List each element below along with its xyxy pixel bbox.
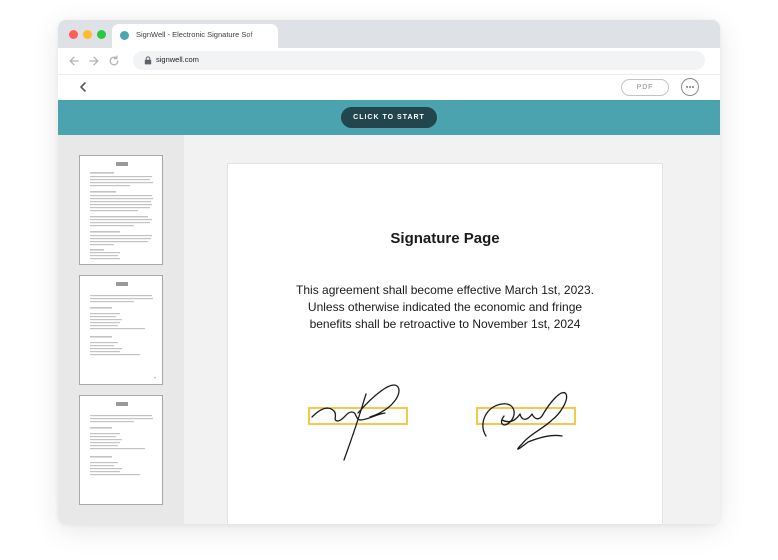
signwell-favicon-icon (120, 31, 129, 40)
signature-scribble-1 (311, 384, 400, 461)
start-banner: CLICK TO START (58, 100, 720, 135)
url-text: signwell.com (156, 55, 199, 64)
signature-field-1[interactable] (308, 407, 408, 425)
agreement-line: benefits shall be retroactive to Novembe… (309, 317, 581, 331)
browser-toolbar: signwell.com (58, 48, 720, 74)
page-thumbnail-preview (90, 282, 156, 379)
signature-field-2[interactable] (476, 407, 576, 425)
page-thumbnail-1[interactable] (79, 155, 163, 265)
download-pdf-button[interactable]: PDF (621, 79, 669, 96)
agreement-line: This agreement shall become effective Ma… (296, 283, 594, 297)
page-thumbnail-preview (90, 402, 153, 476)
page-thumbnails-sidebar (58, 135, 184, 524)
document-viewer[interactable]: Signature Page This agreement shall beco… (184, 135, 720, 524)
more-options-button[interactable] (681, 78, 699, 96)
address-bar[interactable]: signwell.com (133, 51, 705, 70)
lock-icon (144, 56, 152, 65)
click-to-start-button[interactable]: CLICK TO START (341, 107, 437, 128)
agreement-text: This agreement shall become effective Ma… (258, 282, 632, 333)
signature-scribble-2 (482, 391, 568, 450)
maximize-window-button[interactable] (97, 30, 106, 39)
close-window-button[interactable] (69, 30, 78, 39)
browser-window: SignWell - Electronic Signature Sof sign… (58, 20, 720, 524)
browser-tab[interactable]: SignWell - Electronic Signature Sof (112, 24, 278, 48)
chevron-left-icon[interactable] (77, 81, 89, 93)
app-header: PDF (58, 74, 720, 100)
minimize-window-button[interactable] (83, 30, 92, 39)
agreement-line: Unless otherwise indicated the economic … (307, 300, 583, 314)
arrow-left-icon[interactable] (67, 54, 81, 68)
page-title: Signature Page (390, 230, 500, 247)
document-page: Signature Page This agreement shall beco… (227, 163, 663, 524)
title-bar: SignWell - Electronic Signature Sof (58, 20, 720, 48)
more-horizontal-icon (686, 86, 694, 88)
arrow-right-icon[interactable] (87, 54, 101, 68)
reload-icon[interactable] (107, 54, 121, 68)
tab-title: SignWell - Electronic Signature Sof (136, 30, 253, 39)
page-thumbnail-2[interactable] (79, 275, 163, 385)
page-thumbnail-3[interactable] (79, 395, 163, 505)
page-thumbnail-preview (90, 162, 153, 260)
